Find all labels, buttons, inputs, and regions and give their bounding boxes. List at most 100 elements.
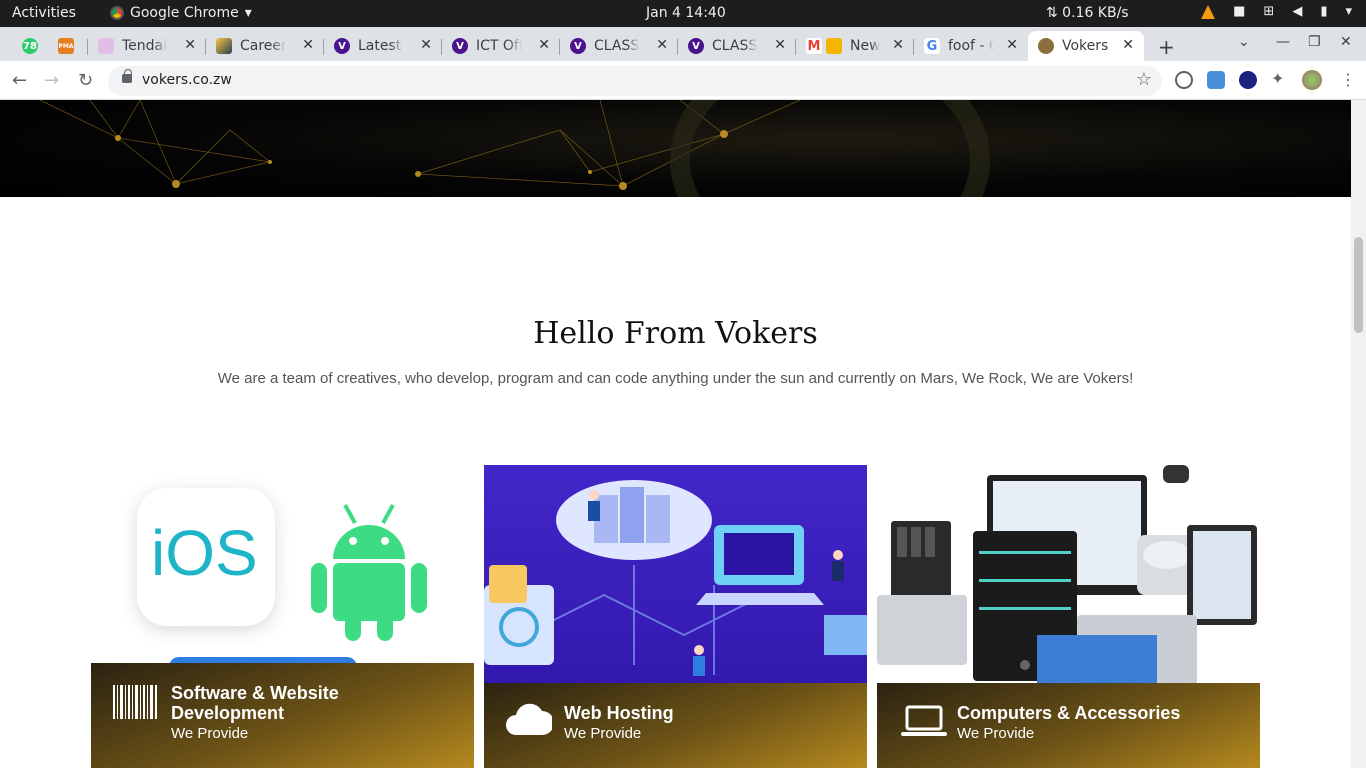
tab-title: foof - G: [948, 38, 994, 54]
tab-title: Vokers: [1062, 38, 1109, 54]
address-bar[interactable]: vokers.co.zw ☆: [108, 66, 1162, 96]
tab-vokers[interactable]: Vokers ✕: [1028, 31, 1144, 61]
extensions-puzzle-icon[interactable]: ✦: [1271, 69, 1289, 88]
laptop-icon: [901, 705, 947, 736]
page-scrollbar[interactable]: [1351, 100, 1366, 768]
tab-title: New: [850, 38, 880, 54]
tab-favicon: V: [334, 38, 350, 54]
tab-pinned-1[interactable]: 78: [12, 31, 46, 61]
card-subtitle: We Provide: [564, 725, 642, 742]
camera-icon[interactable]: ■: [1233, 4, 1245, 19]
volume-icon[interactable]: ◀: [1292, 4, 1302, 19]
gmail-icon: M: [806, 38, 822, 54]
battery-icon[interactable]: ▮: [1320, 4, 1327, 19]
app-menu[interactable]: Google Chrome ▾: [110, 5, 252, 21]
tab-close-icon[interactable]: ✕: [184, 37, 196, 53]
service-card-computers[interactable]: Computers & Accessories We Provide: [877, 465, 1260, 768]
section-heading: Hello From Vokers: [533, 316, 818, 351]
hero-banner: [0, 100, 1351, 197]
extension-sync-icon[interactable]: [1175, 71, 1193, 89]
cloud-icon: [506, 703, 552, 735]
tab-close-icon[interactable]: ✕: [774, 37, 786, 53]
tab-favicon: V: [452, 38, 468, 54]
barcode-icon: [113, 685, 157, 719]
ios-logo: iOS: [137, 488, 275, 626]
tab-pinned-2[interactable]: PMA: [48, 31, 88, 61]
tab-favicon: 78: [22, 38, 38, 54]
tab-class-2[interactable]: V CLASS 2 ✕: [678, 31, 796, 61]
close-window-icon[interactable]: ✕: [1340, 34, 1352, 50]
extension-fi-icon[interactable]: [1207, 71, 1225, 89]
network-icon[interactable]: ⊞: [1263, 4, 1274, 19]
tab-favicon: [98, 38, 114, 54]
minimize-icon[interactable]: —: [1276, 34, 1290, 50]
tab-title: Latest J: [358, 38, 404, 54]
vokers-favicon: [1038, 38, 1054, 54]
tab-close-icon[interactable]: ✕: [420, 37, 432, 53]
tab-close-icon[interactable]: ✕: [1006, 37, 1018, 53]
tab-favicon: V: [688, 38, 704, 54]
system-top-bar: Activities Google Chrome ▾ Jan 4 14:40 ⇅…: [0, 0, 1366, 27]
tab-close-icon[interactable]: ✕: [656, 37, 668, 53]
tab-title: CLASS 2: [712, 38, 758, 54]
system-menu-chevron-icon[interactable]: ▾: [1345, 4, 1352, 19]
tab-latest-jobs[interactable]: V Latest J ✕: [324, 31, 442, 61]
tab-ict-officer[interactable]: V ICT Offi ✕: [442, 31, 560, 61]
tab-close-icon[interactable]: ✕: [1122, 37, 1134, 53]
bookmark-star-icon[interactable]: ☆: [1136, 69, 1152, 90]
tab-title: CLASS 2: [594, 38, 640, 54]
tab-close-icon[interactable]: ✕: [302, 37, 314, 53]
section-intro: We are a team of creatives, who develop,…: [217, 370, 1134, 387]
tab-close-icon[interactable]: ✕: [892, 37, 904, 53]
card-subtitle: We Provide: [957, 725, 1035, 742]
service-card-software[interactable]: iOS Software & Website Development We Pr…: [91, 465, 474, 768]
card-title[interactable]: Software & Website Development: [171, 683, 371, 723]
tab-tendai[interactable]: Tendai N ✕: [88, 31, 206, 61]
tab-title: ICT Offi: [476, 38, 522, 54]
reload-icon[interactable]: ↻: [78, 70, 93, 91]
app-name: Google Chrome: [130, 5, 239, 21]
tab-search-icon[interactable]: ⌄: [1238, 34, 1250, 50]
gift-icon: [826, 38, 842, 54]
profile-avatar[interactable]: [1302, 70, 1322, 90]
new-tab-button[interactable]: +: [1158, 35, 1175, 59]
url-text[interactable]: vokers.co.zw: [142, 72, 232, 88]
card-caption: Software & Website Development We Provid…: [91, 663, 474, 768]
back-arrow-icon[interactable]: ←: [12, 70, 27, 91]
lock-icon[interactable]: [122, 69, 132, 83]
ios-text: iOS: [151, 517, 258, 589]
network-speed: ⇅ 0.16 KB/s: [1046, 5, 1129, 21]
activities-button[interactable]: Activities: [12, 5, 76, 21]
tab-strip: 78 PMA Tendai N ✕ Careers ✕ V Latest J ✕…: [0, 27, 1366, 61]
tab-title: Careers: [240, 38, 286, 54]
caret-down-icon: ▾: [244, 5, 252, 21]
service-card-hosting[interactable]: Web Hosting We Provide: [484, 465, 867, 768]
tab-favicon: [216, 38, 232, 54]
card-title[interactable]: Computers & Accessories: [957, 703, 1237, 723]
tab-close-icon[interactable]: ✕: [538, 37, 550, 53]
extension-check-icon[interactable]: [1239, 71, 1257, 89]
tab-gmail-new[interactable]: M New ✕: [796, 31, 914, 61]
tab-class-1[interactable]: V CLASS 2 ✕: [560, 31, 678, 61]
isometric-hosting-illustration: [484, 480, 867, 676]
browser-toolbar: ← → ↻ vokers.co.zw ☆ ✦ ⋮: [0, 61, 1366, 100]
tab-title: Tendai N: [122, 38, 168, 54]
clock[interactable]: Jan 4 14:40: [646, 5, 726, 21]
tab-careers[interactable]: Careers ✕: [206, 31, 324, 61]
computer-equipment-illustration: [877, 465, 1257, 685]
card-caption: Computers & Accessories We Provide: [877, 683, 1260, 768]
chrome-icon: [110, 6, 124, 20]
card-caption: Web Hosting We Provide: [484, 683, 867, 768]
restore-icon[interactable]: ❐: [1308, 34, 1321, 50]
tab-google-search[interactable]: G foof - G ✕: [914, 31, 1028, 61]
vlc-icon[interactable]: [1201, 4, 1216, 19]
forward-arrow-icon[interactable]: →: [44, 70, 59, 91]
card-title[interactable]: Web Hosting: [564, 703, 824, 723]
scrollbar-thumb[interactable]: [1354, 237, 1363, 333]
system-tray[interactable]: ■ ⊞ ◀ ▮ ▾: [1201, 4, 1352, 19]
network-graphic: [39, 100, 990, 197]
google-icon: G: [924, 38, 940, 54]
chrome-menu-icon[interactable]: ⋮: [1340, 70, 1356, 89]
tab-favicon: V: [570, 38, 586, 54]
card-subtitle: We Provide: [171, 725, 249, 742]
